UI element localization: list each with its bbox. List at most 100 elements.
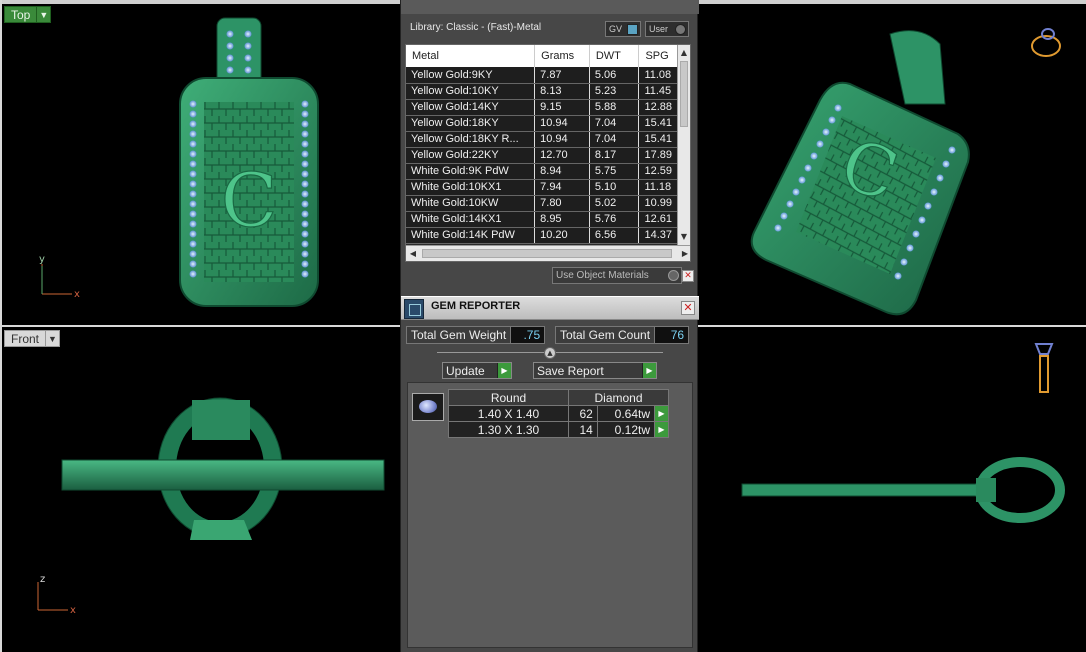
- gem-row[interactable]: 1.30 X 1.30 14 0.12tw ▶: [448, 421, 669, 438]
- table-row[interactable]: Yellow Gold:9KY 7.87 5.06 11.08: [406, 67, 678, 84]
- table-cell: 11.18: [638, 179, 678, 196]
- save-report-label: Save Report: [537, 363, 604, 378]
- gem-weight: 0.12tw: [596, 421, 656, 438]
- table-cell: 5.02: [589, 195, 640, 212]
- scroll-up-icon[interactable]: ▲: [678, 47, 690, 59]
- collapse-slider-handle[interactable]: ▲: [544, 347, 556, 359]
- right-viewport[interactable]: [700, 328, 1086, 650]
- gem-count: 62: [568, 405, 598, 422]
- scroll-left-icon[interactable]: ◀: [406, 246, 420, 261]
- scroll-thumb[interactable]: [680, 61, 688, 127]
- axis-x-label: x: [70, 605, 76, 616]
- side-panel: Library: Classic - (Fast)-Metal GV User …: [400, 0, 699, 652]
- total-gem-count-value: 76: [655, 326, 690, 344]
- table-cell: 12.70: [534, 147, 590, 164]
- total-gem-weight-label: Total Gem Weight: [406, 326, 512, 344]
- use-object-materials-toggle[interactable]: Use Object Materials: [552, 267, 682, 284]
- axis-x-label: x: [74, 289, 80, 300]
- toggle-knob-icon: [668, 270, 679, 281]
- metal-table[interactable]: Metal Grams DWT SPG Yellow Gold:9KY 7.87 5…: [405, 44, 691, 262]
- gem-list-area: Round Diamond 1.40 X 1.40 62 0.64tw ▶ 1.30 X…: [407, 382, 693, 648]
- save-report-button[interactable]: Save Report ▶: [533, 362, 657, 379]
- gem-count: 14: [568, 421, 598, 438]
- table-cell: 10.94: [534, 131, 590, 148]
- table-row[interactable]: Yellow Gold:22KY 12.70 8.17 17.89: [406, 147, 678, 164]
- play-icon: ▶: [642, 363, 656, 378]
- ring-side-icon[interactable]: [1032, 338, 1056, 394]
- play-icon: ▶: [497, 363, 511, 378]
- table-cell: 8.13: [534, 83, 590, 100]
- table-cell: 5.88: [589, 99, 640, 116]
- scroll-down-icon[interactable]: ▼: [678, 231, 690, 243]
- perspective-viewport[interactable]: C: [700, 4, 1086, 324]
- library-header: [401, 0, 699, 14]
- front-viewport[interactable]: Front ▼ z x: [2, 328, 398, 650]
- table-cell: 7.94: [534, 179, 590, 196]
- horizontal-scrollbar[interactable]: ◀ ▶: [406, 245, 690, 261]
- table-cell: 5.75: [589, 163, 640, 180]
- table-cell: Yellow Gold:18KY R...: [406, 131, 536, 148]
- table-cell: 9.15: [534, 99, 590, 116]
- table-cell: 5.76: [589, 211, 640, 228]
- column-header[interactable]: DWT: [589, 45, 640, 67]
- table-cell: 17.89: [638, 147, 678, 164]
- close-icon[interactable]: ✕: [682, 270, 694, 282]
- pendant-top-view: C y x: [39, 17, 319, 307]
- table-cell: 7.87: [534, 67, 590, 84]
- gem-row-select-icon[interactable]: ▶: [654, 421, 669, 438]
- pendant-front-view: z x: [37, 397, 385, 616]
- table-cell: White Gold:10KW: [406, 195, 536, 212]
- pendant-letter: C: [221, 158, 278, 244]
- gem-row[interactable]: 1.40 X 1.40 62 0.64tw ▶: [448, 405, 669, 422]
- toggle-user[interactable]: User: [645, 21, 689, 37]
- table-cell: White Gold:14K PdW: [406, 227, 536, 244]
- axis-z-label: z: [40, 574, 45, 585]
- table-cell: 5.23: [589, 83, 640, 100]
- table-cell: 10.94: [534, 115, 590, 132]
- total-gem-count-label: Total Gem Count: [555, 326, 656, 344]
- library-title: Library: Classic - (Fast)-Metal: [410, 22, 542, 33]
- gem-reporter-header: GEM REPORTER ✕: [401, 296, 699, 320]
- table-cell: 14.37: [638, 227, 678, 244]
- toggle-gv[interactable]: GV: [605, 21, 641, 37]
- column-header[interactable]: Grams: [534, 45, 590, 67]
- total-gem-weight-value: .75: [511, 326, 546, 344]
- table-row[interactable]: Yellow Gold:18KY 10.94 7.04 15.41: [406, 115, 678, 132]
- table-cell: Yellow Gold:18KY: [406, 115, 536, 132]
- ring-view-icon[interactable]: [1026, 22, 1066, 62]
- close-icon[interactable]: ✕: [681, 301, 695, 315]
- table-cell: White Gold:10KX1: [406, 179, 536, 196]
- column-header[interactable]: Metal: [406, 45, 536, 67]
- gem-row-select-icon[interactable]: ▶: [654, 405, 669, 422]
- table-cell: White Gold:9K PdW: [406, 163, 536, 180]
- table-row[interactable]: White Gold:14K PdW 10.20 6.56 14.37: [406, 227, 678, 244]
- column-header[interactable]: SPG: [638, 45, 678, 67]
- gem-material-header: Diamond: [568, 389, 669, 406]
- gem-weight: 0.64tw: [596, 405, 656, 422]
- table-cell: 12.88: [638, 99, 678, 116]
- toggle-user-label: User: [649, 24, 669, 34]
- toggle-gv-label: GV: [609, 24, 623, 34]
- table-row[interactable]: Yellow Gold:14KY 9.15 5.88 12.88: [406, 99, 678, 116]
- table-row[interactable]: Yellow Gold:18KY R... 10.94 7.04 15.41: [406, 131, 678, 148]
- table-cell: 10.99: [638, 195, 678, 212]
- axis-y-label: y: [39, 254, 45, 265]
- table-row[interactable]: White Gold:9K PdW 8.94 5.75 12.59: [406, 163, 678, 180]
- table-cell: Yellow Gold:10KY: [406, 83, 536, 100]
- gem-table: Round Diamond 1.40 X 1.40 62 0.64tw ▶ 1.30 X…: [448, 389, 669, 438]
- scroll-thumb[interactable]: [422, 249, 672, 258]
- table-row[interactable]: White Gold:10KW 7.80 5.02 10.99: [406, 195, 678, 212]
- table-cell: 7.04: [589, 131, 640, 148]
- gem-size: 1.30 X 1.30: [448, 421, 569, 438]
- table-row[interactable]: White Gold:10KX1 7.94 5.10 11.18: [406, 179, 678, 196]
- table-row[interactable]: White Gold:14KX1 8.95 5.76 12.61: [406, 211, 678, 228]
- table-cell: 8.94: [534, 163, 590, 180]
- table-cell: Yellow Gold:14KY: [406, 99, 536, 116]
- table-cell: 7.04: [589, 115, 640, 132]
- top-viewport[interactable]: Top ▼ C y x: [2, 4, 398, 324]
- vertical-scrollbar[interactable]: ▲ ▼: [677, 45, 690, 245]
- scroll-right-icon[interactable]: ▶: [678, 246, 690, 261]
- update-button[interactable]: Update ▶: [442, 362, 512, 379]
- table-cell: 15.41: [638, 131, 678, 148]
- table-row[interactable]: Yellow Gold:10KY 8.13 5.23 11.45: [406, 83, 678, 100]
